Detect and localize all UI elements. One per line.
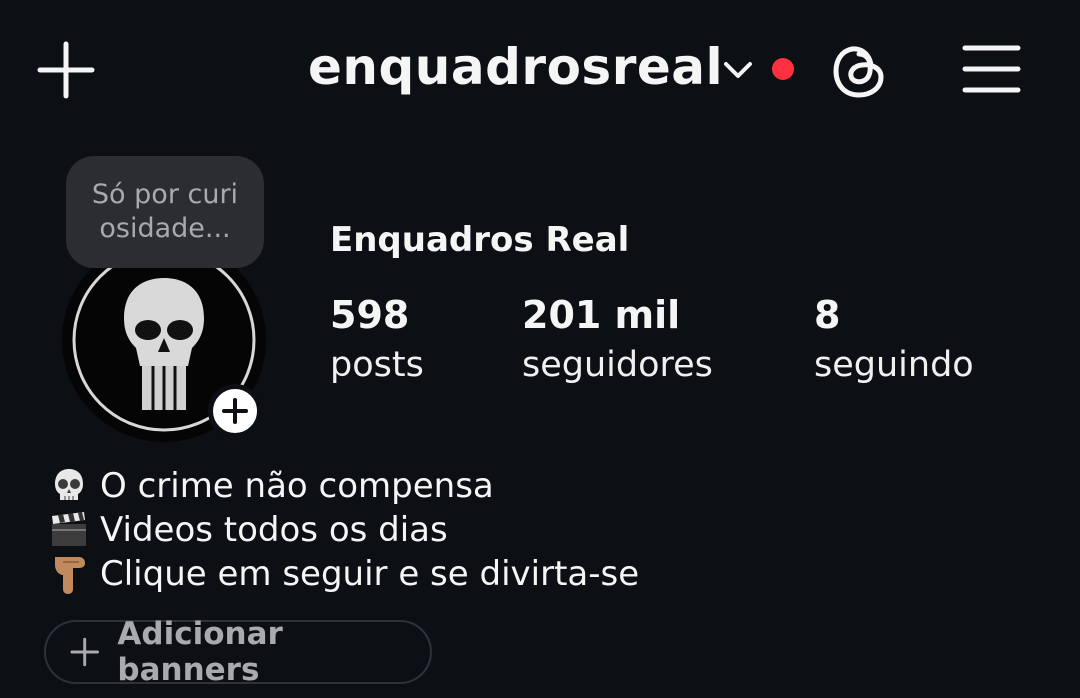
skull-icon: [46, 466, 92, 506]
plus-icon: [222, 398, 248, 424]
note-bubble[interactable]: Só por curi osidade...: [66, 156, 264, 268]
followers-count: 201 mil: [522, 293, 681, 337]
menu-button[interactable]: [960, 42, 1024, 98]
note-text: Só por curi osidade...: [91, 179, 239, 244]
followers-label: seguidores: [522, 345, 713, 385]
bio-line: Videos todos os dias: [46, 508, 639, 552]
create-button[interactable]: [36, 40, 96, 100]
username-title[interactable]: enquadrosreal: [308, 38, 723, 96]
hamburger-menu-icon: [962, 45, 1021, 93]
following-count: 8: [814, 293, 841, 337]
display-name: Enquadros Real: [330, 220, 630, 260]
posts-stat[interactable]: 598 posts: [330, 292, 424, 392]
chevron-down-icon[interactable]: [722, 58, 754, 82]
bio-line: O crime não compensa: [46, 464, 639, 508]
following-label: seguindo: [814, 345, 974, 385]
add-banners-button[interactable]: Adicionar banners: [44, 616, 432, 688]
following-stat[interactable]: 8 seguindo: [814, 292, 974, 392]
posts-label: posts: [330, 345, 424, 385]
followers-stat[interactable]: 201 mil seguidores: [522, 292, 713, 392]
threads-button[interactable]: [828, 38, 890, 104]
bio-line: Clique em seguir e se divirta-se: [46, 552, 639, 596]
add-story-button[interactable]: [208, 384, 262, 438]
plus-icon: [70, 637, 99, 667]
bio-text: Videos todos os dias: [100, 510, 448, 550]
plus-icon: [37, 41, 95, 99]
bio: O crime não compensa Videos todos os dia…: [46, 464, 639, 596]
bio-text: O crime não compensa: [100, 466, 494, 506]
add-banners-label: Adicionar banners: [117, 616, 283, 688]
threads-icon: [833, 46, 884, 98]
notification-dot: [772, 58, 794, 80]
posts-count: 598: [330, 293, 410, 337]
clapper-board-icon: [46, 510, 92, 550]
pointing-down-hand-icon: [46, 554, 92, 594]
bio-text: Clique em seguir e se divirta-se: [100, 554, 640, 594]
